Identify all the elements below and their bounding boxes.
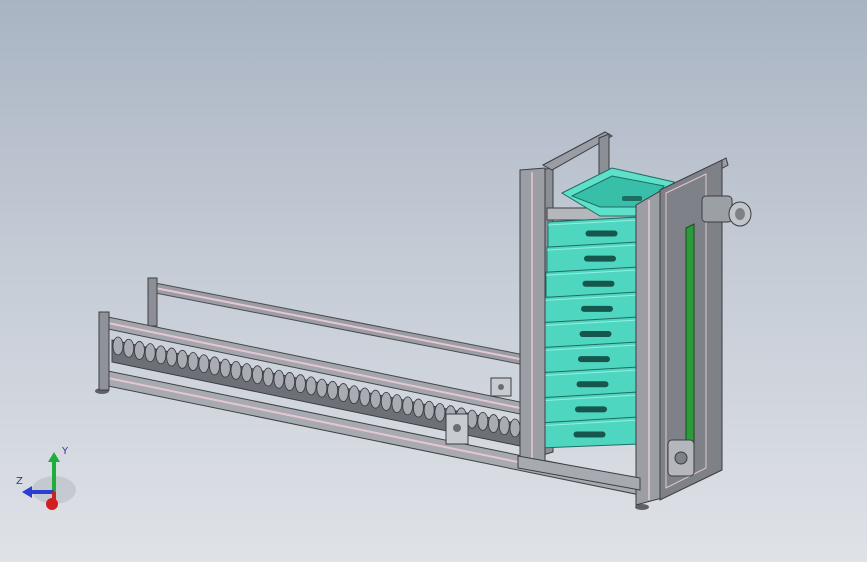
front-left-post bbox=[98, 311, 110, 391]
roller bbox=[498, 416, 510, 436]
roller bbox=[391, 394, 403, 414]
roller bbox=[488, 414, 499, 433]
roller bbox=[359, 387, 371, 407]
roller bbox=[123, 338, 135, 358]
bracket-bolt-2 bbox=[453, 424, 461, 432]
z-axis-label: Z bbox=[16, 476, 23, 487]
roller bbox=[155, 345, 167, 365]
stacker-tower[interactable] bbox=[517, 131, 752, 506]
roller bbox=[413, 398, 424, 418]
y-axis-arrow bbox=[48, 452, 60, 462]
lower-pulley bbox=[674, 451, 688, 465]
orientation-triad[interactable]: Y Z bbox=[14, 440, 84, 520]
roller bbox=[176, 349, 188, 369]
back-post bbox=[147, 277, 158, 327]
roller bbox=[241, 363, 253, 382]
roller bbox=[423, 400, 435, 420]
roller bbox=[402, 396, 414, 416]
roller bbox=[434, 403, 446, 422]
roller bbox=[370, 389, 381, 409]
roller bbox=[166, 347, 178, 367]
roller bbox=[380, 392, 392, 411]
x-axis-marker bbox=[46, 498, 58, 510]
roller bbox=[262, 367, 274, 387]
roller bbox=[316, 378, 328, 398]
roller bbox=[284, 372, 296, 391]
bracket-bolt-1 bbox=[498, 384, 504, 390]
y-axis-label: Y bbox=[61, 446, 69, 457]
roller bbox=[477, 411, 489, 431]
roller bbox=[348, 385, 360, 405]
roller bbox=[466, 409, 478, 429]
roller bbox=[112, 336, 124, 356]
stacked-crate bbox=[539, 416, 640, 449]
roller bbox=[509, 418, 521, 438]
cad-viewport[interactable]: Y Z bbox=[0, 0, 867, 562]
roller bbox=[230, 360, 242, 380]
conveyor-stacker-model[interactable] bbox=[0, 0, 867, 562]
roller bbox=[327, 380, 338, 400]
roller bbox=[305, 376, 317, 396]
roller bbox=[209, 356, 220, 376]
roller bbox=[198, 354, 210, 374]
roller bbox=[252, 365, 263, 385]
roller bbox=[144, 343, 156, 363]
roller bbox=[134, 341, 145, 360]
roller bbox=[219, 358, 231, 378]
z-axis-arrow bbox=[22, 486, 32, 498]
roller bbox=[295, 374, 306, 394]
roller bbox=[337, 383, 349, 402]
drive-motor[interactable] bbox=[701, 195, 752, 227]
roller bbox=[187, 352, 199, 371]
roller bbox=[273, 369, 285, 389]
drive-belt bbox=[685, 223, 695, 460]
